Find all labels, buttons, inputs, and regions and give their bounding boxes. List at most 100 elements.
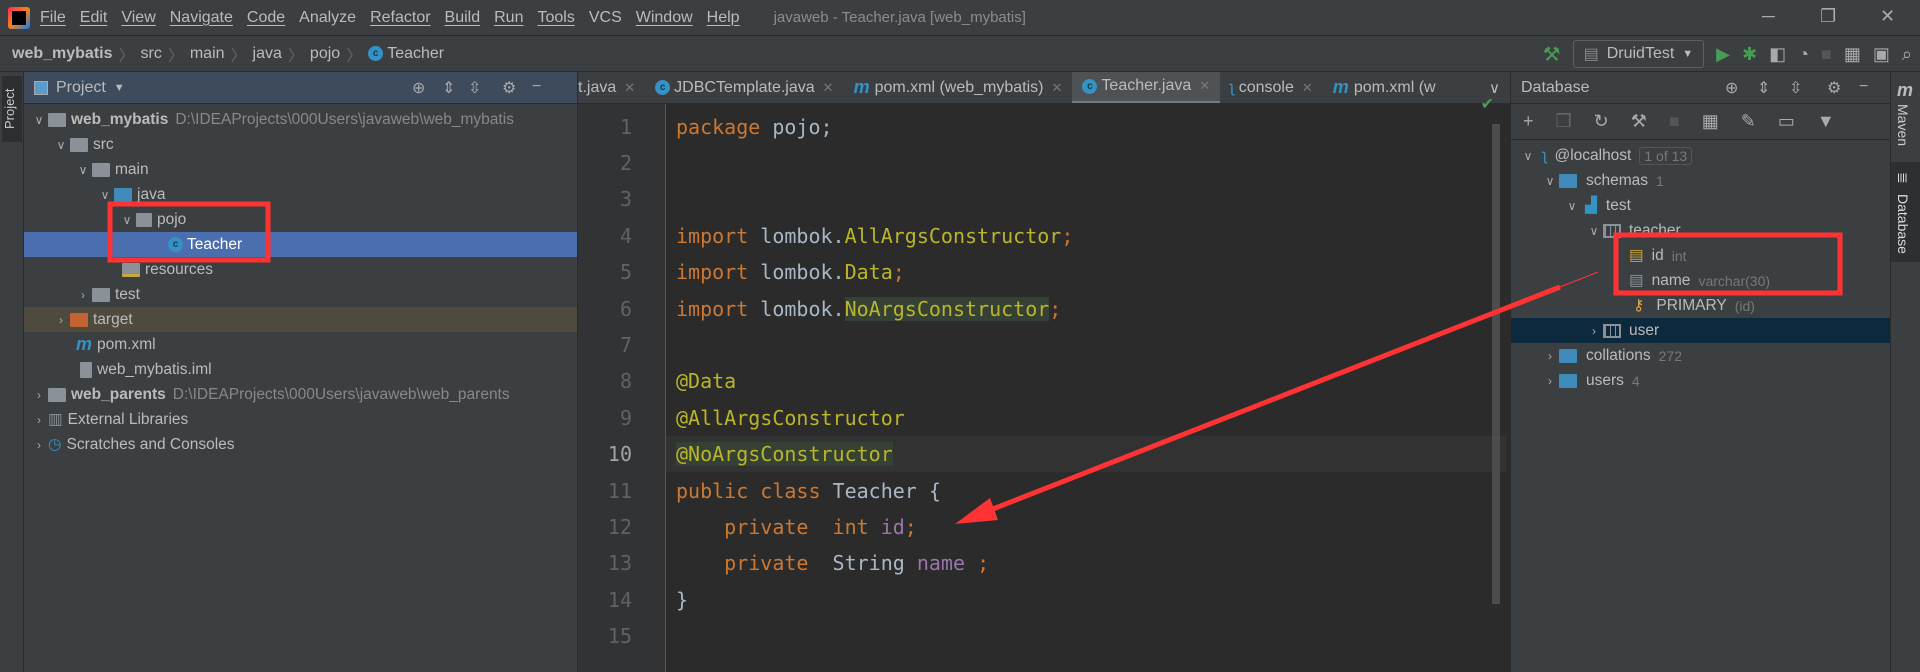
code-line[interactable]: import lombok.Data;: [666, 254, 1506, 290]
tree-item-java[interactable]: ∨ java: [24, 182, 577, 207]
tree-item-main[interactable]: ∨ main: [24, 157, 577, 182]
tab-console[interactable]: ʅ console ✕: [1220, 72, 1323, 103]
menu-build[interactable]: Build: [445, 9, 481, 27]
run-configuration-select[interactable]: ▤ DruidTest ▼: [1572, 40, 1705, 68]
tree-item-test[interactable]: › test: [24, 282, 577, 307]
menu-analyze[interactable]: Analyze: [299, 9, 356, 27]
db-schemas[interactable]: ∨ schemas 1: [1511, 168, 1890, 193]
hide-icon[interactable]: −: [1859, 78, 1868, 96]
crumb-java[interactable]: java: [253, 45, 282, 63]
code-line[interactable]: package pojo;: [666, 109, 1506, 145]
menu-tools[interactable]: Tools: [537, 9, 574, 27]
code-line[interactable]: @AllArgsConstructor: [666, 400, 1506, 436]
db-column-name[interactable]: ▤ name varchar(30): [1511, 268, 1890, 293]
expand-all-icon[interactable]: ⇕: [1757, 78, 1770, 98]
tree-item-iml[interactable]: web_mybatis.iml: [24, 357, 577, 382]
tree-item-src[interactable]: ∨ src: [24, 132, 577, 157]
crumb-teacher[interactable]: Teacher: [387, 45, 444, 63]
tab-pom-w[interactable]: m pom.xml (w: [1323, 72, 1446, 103]
expand-all-icon[interactable]: ⇕: [442, 78, 455, 98]
db-key-primary[interactable]: ⚷ PRIMARY (id): [1511, 293, 1890, 318]
code-line[interactable]: [666, 181, 1506, 217]
menu-vcs[interactable]: VCS: [589, 9, 622, 27]
tab-teacher-java[interactable]: c Teacher.java ✕: [1072, 72, 1221, 103]
tab-pom-web-mybatis[interactable]: m pom.xml (web_mybatis) ✕: [844, 72, 1073, 103]
crumb-pojo[interactable]: pojo: [310, 45, 340, 63]
edit-icon[interactable]: ✎: [1741, 111, 1756, 132]
code-line[interactable]: import lombok.NoArgsConstructor;: [666, 291, 1506, 327]
close-button[interactable]: ✕: [1880, 6, 1895, 27]
code-line[interactable]: [666, 618, 1506, 654]
menu-navigate[interactable]: Navigate: [170, 9, 233, 27]
menu-view[interactable]: View: [121, 9, 155, 27]
close-icon[interactable]: ✕: [823, 80, 834, 96]
menu-code[interactable]: Code: [247, 9, 285, 27]
chevron-down-icon[interactable]: ▼: [114, 82, 125, 94]
tab-java[interactable]: t.java ✕: [578, 72, 645, 103]
terminal-icon[interactable]: ▣: [1873, 44, 1890, 65]
locate-icon[interactable]: ⊕: [412, 78, 425, 98]
collapse-all-icon[interactable]: ⇳: [1789, 78, 1802, 98]
menu-file[interactable]: File: [40, 9, 66, 27]
db-schema-test[interactable]: ∨ ▟ test: [1511, 193, 1890, 218]
table-icon[interactable]: ▦: [1702, 111, 1719, 132]
close-icon[interactable]: ✕: [624, 80, 635, 96]
debug-icon[interactable]: ✱: [1742, 44, 1757, 65]
database-tool-tab[interactable]: Database: [1895, 194, 1911, 254]
project-structure-icon[interactable]: ▦: [1844, 44, 1861, 65]
locate-icon[interactable]: ⊕: [1725, 78, 1738, 98]
code-editor[interactable]: 1 2 3 4 5 6 7 8 9 10 11 12 13 14 15 package pojo; impor…: [578, 96, 1510, 672]
code-line[interactable]: public class Teacher {: [666, 473, 1506, 509]
coverage-icon[interactable]: ◧: [1769, 44, 1786, 65]
menu-run[interactable]: Run: [494, 9, 523, 27]
sql-console-icon[interactable]: ▭: [1778, 111, 1795, 132]
stop-icon[interactable]: ■: [1821, 44, 1832, 65]
run-icon[interactable]: ▶: [1716, 44, 1730, 65]
properties-icon[interactable]: ⚒: [1631, 111, 1647, 132]
code-line[interactable]: @NoArgsConstructor: [666, 436, 1506, 473]
tree-item-teacher[interactable]: c Teacher: [24, 232, 577, 257]
copy-icon[interactable]: ❐: [1556, 111, 1572, 132]
filter-icon[interactable]: ▼: [1817, 111, 1835, 132]
crumb-project[interactable]: web_mybatis: [12, 45, 112, 63]
editor-scrollbar[interactable]: [1492, 124, 1500, 604]
maximize-button[interactable]: ❐: [1820, 6, 1836, 27]
search-icon[interactable]: ⌕: [1902, 44, 1912, 65]
collapse-all-icon[interactable]: ⇳: [468, 78, 481, 98]
db-host[interactable]: ∨ ʅ @localhost 1 of 13: [1511, 143, 1890, 168]
minimize-button[interactable]: ─: [1762, 6, 1775, 27]
db-column-id[interactable]: ▤ id int: [1511, 243, 1890, 268]
menu-edit[interactable]: Edit: [80, 9, 108, 27]
tree-item-external-libraries[interactable]: › ▥ External Libraries: [24, 407, 577, 432]
close-icon[interactable]: ✕: [1199, 78, 1210, 94]
project-view-select[interactable]: Project: [56, 79, 106, 97]
code-line[interactable]: [666, 327, 1506, 363]
crumb-main[interactable]: main: [190, 45, 225, 63]
menu-window[interactable]: Window: [636, 9, 693, 27]
tree-item-web-mybatis[interactable]: ∨ web_mybatis D:\IDEAProjects\000Users\jav…: [24, 107, 577, 132]
code-line[interactable]: @Data: [666, 363, 1506, 399]
db-collations[interactable]: › collations 272: [1511, 343, 1890, 368]
tree-item-target[interactable]: › target: [24, 307, 577, 332]
refresh-icon[interactable]: ↻: [1594, 111, 1609, 132]
tree-item-resources[interactable]: resources: [24, 257, 577, 282]
tree-item-scratches[interactable]: › ◷ Scratches and Consoles: [24, 432, 577, 457]
db-table-user[interactable]: › user: [1511, 318, 1890, 343]
menu-refactor[interactable]: Refactor: [370, 9, 430, 27]
code-line[interactable]: private String name ;: [666, 545, 1506, 581]
close-icon[interactable]: ✕: [1302, 80, 1313, 96]
menu-help[interactable]: Help: [707, 9, 740, 27]
profile-icon[interactable]: ◔: [1798, 44, 1809, 65]
tree-item-web-parents[interactable]: › web_parents D:\IDEAProjects\000Users\jav…: [24, 382, 577, 407]
stop-icon[interactable]: ■: [1669, 111, 1680, 132]
code-line[interactable]: }: [666, 582, 1506, 618]
tree-item-pojo[interactable]: ∨ pojo: [24, 207, 577, 232]
add-icon[interactable]: +: [1523, 111, 1534, 132]
maven-tool-tab[interactable]: Maven: [1895, 104, 1911, 146]
hide-icon[interactable]: −: [532, 78, 541, 96]
close-icon[interactable]: ✕: [1052, 80, 1063, 96]
project-tool-tab[interactable]: Project: [2, 76, 22, 142]
build-hammer-icon[interactable]: ⚒: [1543, 42, 1561, 67]
gear-icon[interactable]: ⚙: [502, 78, 516, 98]
db-users[interactable]: › users 4: [1511, 368, 1890, 393]
